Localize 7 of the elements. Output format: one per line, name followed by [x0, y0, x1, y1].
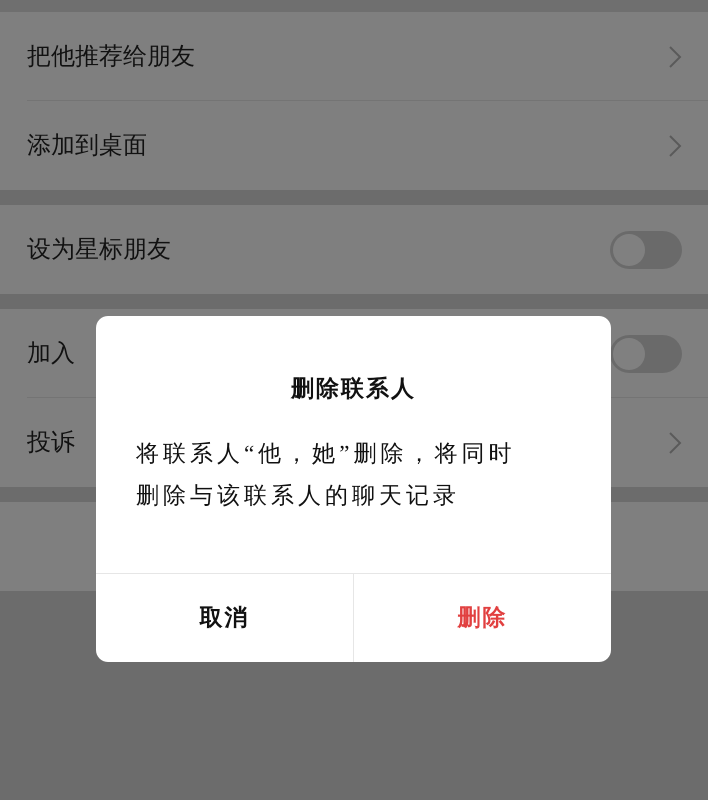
dialog-title: 删除联系人 [291, 375, 416, 403]
row-label: 加入 [27, 340, 75, 368]
row-label: 把他推荐给朋友 [27, 42, 195, 72]
row-label: 投诉 [27, 428, 75, 458]
row-label: 设为星标朋友 [27, 236, 171, 264]
dialog-message: 将联系人“他，她”删除，将同时删除与该联系人的聊天记录 [136, 440, 516, 510]
row-label: 添加到桌面 [27, 132, 147, 160]
